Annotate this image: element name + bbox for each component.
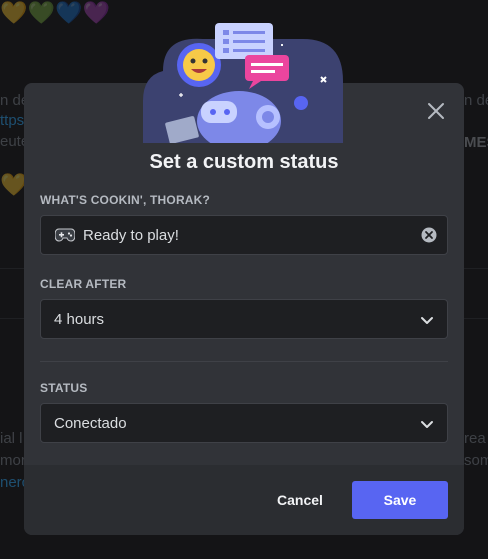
heart-emoji-purple: 💜 [82, 0, 110, 25]
save-button[interactable]: Save [352, 481, 448, 519]
clear-after-select[interactable]: 4 hours [40, 299, 448, 339]
close-button[interactable] [424, 99, 448, 123]
background-text: n de [464, 92, 488, 109]
status-value: Conectado [54, 414, 127, 432]
clear-after-label: CLEAR AFTER [40, 277, 127, 291]
section-divider [40, 361, 448, 362]
background-text: ial l [0, 430, 23, 447]
background-hearts-row: 💛 💚 💙 💜 [0, 0, 110, 26]
heart-emoji-blue: 💙 [55, 0, 82, 25]
custom-status-text: Ready to play! [83, 226, 179, 244]
background-text: MES [464, 134, 488, 151]
custom-status-modal: Set a custom status WHAT'S COOKIN', THOR… [24, 23, 464, 535]
background-text: som [464, 452, 488, 469]
close-icon [428, 103, 444, 119]
chevron-down-icon [421, 421, 433, 428]
cancel-button[interactable]: Cancel [260, 481, 340, 519]
heart-emoji-yellow: 💛 [0, 0, 27, 25]
chevron-down-icon [421, 317, 433, 324]
background-text: rea [464, 430, 486, 447]
emoji-picker-button[interactable] [53, 223, 77, 247]
clear-text-icon[interactable] [421, 227, 437, 243]
custom-status-label: WHAT'S COOKIN', THORAK? [40, 193, 211, 207]
clear-after-value: 4 hours [54, 310, 105, 328]
status-label: STATUS [40, 381, 88, 395]
custom-status-input[interactable]: Ready to play! [40, 215, 448, 255]
heart-emoji-green: 💚 [27, 0, 55, 25]
status-select[interactable]: Conectado [40, 403, 448, 443]
background-text: mor [0, 452, 26, 469]
gamepad-icon [55, 228, 75, 242]
modal-title: Set a custom status [149, 151, 339, 173]
status-illustration [143, 23, 343, 143]
